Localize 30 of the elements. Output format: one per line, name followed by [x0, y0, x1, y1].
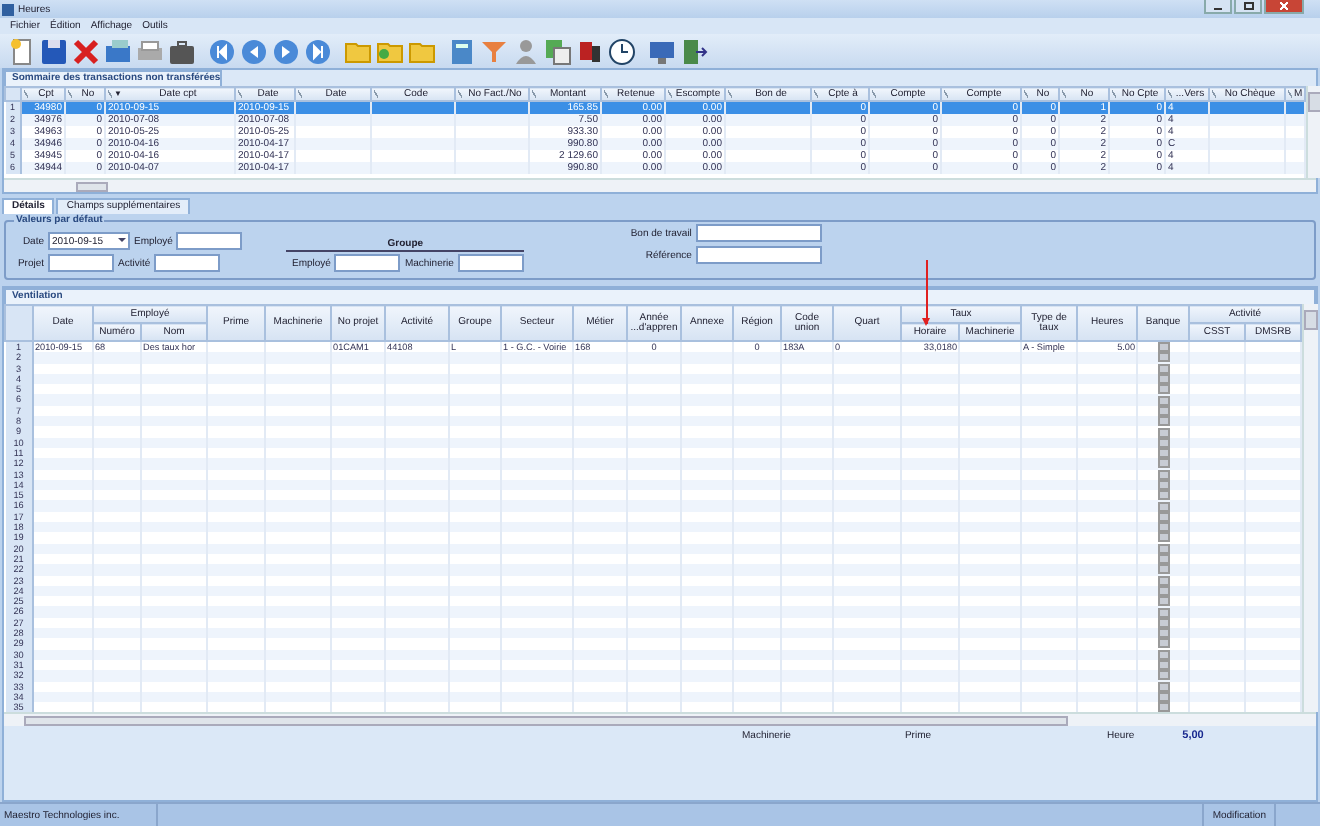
horizontal-scrollbar[interactable]	[4, 178, 1316, 192]
vertical-scrollbar[interactable]	[1306, 86, 1320, 178]
new-document-icon[interactable]	[8, 37, 36, 65]
save-icon[interactable]	[40, 37, 68, 65]
input-field[interactable]	[695, 224, 822, 242]
input-field[interactable]	[154, 254, 221, 272]
monitor-icon[interactable]	[648, 37, 676, 65]
close-icon[interactable]	[1264, 0, 1304, 14]
briefcase-icon[interactable]	[168, 37, 196, 65]
document-exchange-icon[interactable]	[544, 37, 572, 65]
input-field[interactable]	[334, 254, 401, 272]
person-icon[interactable]	[512, 37, 540, 65]
input-field[interactable]	[48, 254, 114, 272]
horizontal-scrollbar[interactable]	[4, 712, 1316, 727]
clock-icon[interactable]	[608, 37, 636, 65]
minimize-icon[interactable]	[1204, 0, 1232, 14]
next-icon[interactable]	[272, 37, 300, 65]
app-icon	[2, 3, 14, 15]
previous-icon[interactable]	[240, 37, 268, 65]
input-field[interactable]	[457, 254, 524, 272]
input-field[interactable]	[176, 232, 243, 250]
folder-icon[interactable]	[376, 37, 404, 65]
last-record-icon[interactable]	[304, 37, 332, 65]
vertical-scrollbar[interactable]	[1302, 304, 1319, 713]
maximize-icon[interactable]	[1234, 0, 1262, 14]
input-field[interactable]	[695, 246, 822, 264]
exit-icon[interactable]	[680, 37, 708, 65]
delete-icon[interactable]	[72, 37, 100, 65]
first-record-icon[interactable]	[208, 37, 236, 65]
printer-icon[interactable]	[136, 37, 164, 65]
